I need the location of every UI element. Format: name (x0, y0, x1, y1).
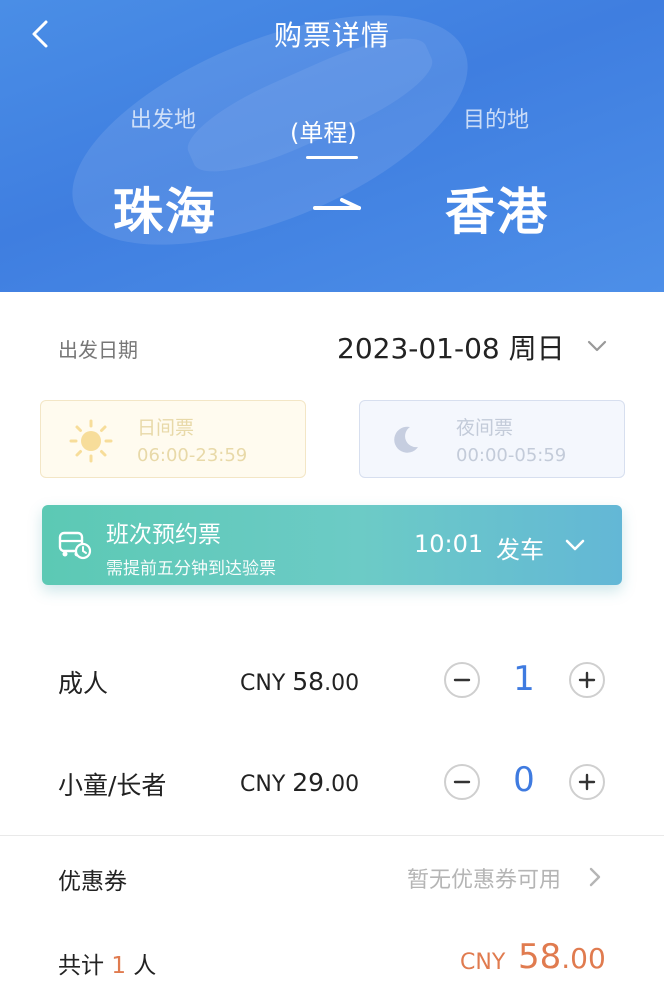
child-minus-button[interactable] (444, 764, 480, 800)
child-count: 0 (513, 760, 535, 800)
trip-type-underline (306, 156, 358, 159)
header-banner: 购票详情 出发地 目的地 (单程) 珠海 香港 (0, 0, 664, 292)
total-amount: 58.00 (518, 937, 606, 977)
departure-label: 出发地 (130, 108, 197, 133)
total-suffix: 人 (133, 953, 157, 979)
schedule-reservation-banner[interactable]: 班次预约票 需提前五分钟到达验票 10:01 发车 (42, 505, 622, 585)
departure-time: 10:01 (414, 530, 484, 558)
bus-clock-icon (58, 531, 92, 560)
adult-plus-button[interactable] (569, 662, 605, 698)
adult-minus-button[interactable] (444, 662, 480, 698)
child-senior-label: 小童/长者 (58, 771, 167, 800)
plus-icon (578, 773, 596, 791)
departure-city[interactable]: 珠海 (113, 172, 217, 244)
minus-icon (453, 780, 471, 784)
child-plus-button[interactable] (569, 764, 605, 800)
date-label: 出发日期 (58, 338, 138, 362)
adult-count: 1 (513, 659, 535, 699)
coupon-selector[interactable]: 暂无优惠券可用 (407, 862, 561, 894)
adult-price: CNY 58.00 (240, 667, 359, 696)
moon-icon (394, 426, 418, 453)
total-amount-dec: .00 (561, 942, 606, 975)
adult-currency: CNY (240, 671, 286, 696)
night-ticket-option[interactable]: 夜间票 00:00-05:59 (359, 400, 625, 478)
child-price-int: 29 (292, 768, 325, 797)
chevron-right-icon[interactable] (587, 865, 603, 889)
child-price-dec: .00 (324, 772, 360, 797)
adult-label: 成人 (58, 669, 109, 698)
destination-city[interactable]: 香港 (445, 172, 549, 244)
minus-icon (453, 678, 471, 682)
departure-label-text: 发车 (496, 536, 544, 564)
coupon-label: 优惠券 (58, 869, 127, 895)
night-ticket-title: 夜间票 (456, 417, 514, 439)
total-prefix: 共计 (58, 953, 104, 979)
plus-icon (578, 671, 596, 689)
day-ticket-title: 日间票 (137, 417, 195, 439)
chevron-down-icon[interactable] (585, 336, 609, 356)
trip-type-label: (单程) (290, 119, 357, 147)
day-ticket-option[interactable]: 日间票 06:00-23:59 (40, 400, 306, 478)
child-senior-price: CNY 29.00 (240, 768, 359, 797)
adult-price-dec: .00 (324, 671, 360, 696)
sun-icon (69, 419, 113, 463)
night-ticket-time: 00:00-05:59 (456, 445, 567, 466)
schedule-title: 班次预约票 (106, 522, 221, 548)
chevron-down-icon (565, 539, 585, 551)
destination-label: 目的地 (463, 108, 530, 133)
arrow-right-icon (313, 198, 361, 210)
page-title: 购票详情 (273, 19, 390, 52)
adult-price-int: 58 (292, 667, 325, 696)
total-amount-int: 58 (518, 937, 562, 977)
total-person-count: 1 (111, 953, 126, 979)
child-currency: CNY (240, 772, 286, 797)
divider (0, 835, 664, 836)
date-picker[interactable]: 2023-01-08 周日 (337, 327, 565, 367)
total-currency: CNY (460, 950, 506, 975)
day-ticket-time: 06:00-23:59 (137, 445, 248, 466)
schedule-subtitle: 需提前五分钟到达验票 (106, 559, 276, 579)
total-count-label: 共计 1 人 (58, 946, 156, 980)
